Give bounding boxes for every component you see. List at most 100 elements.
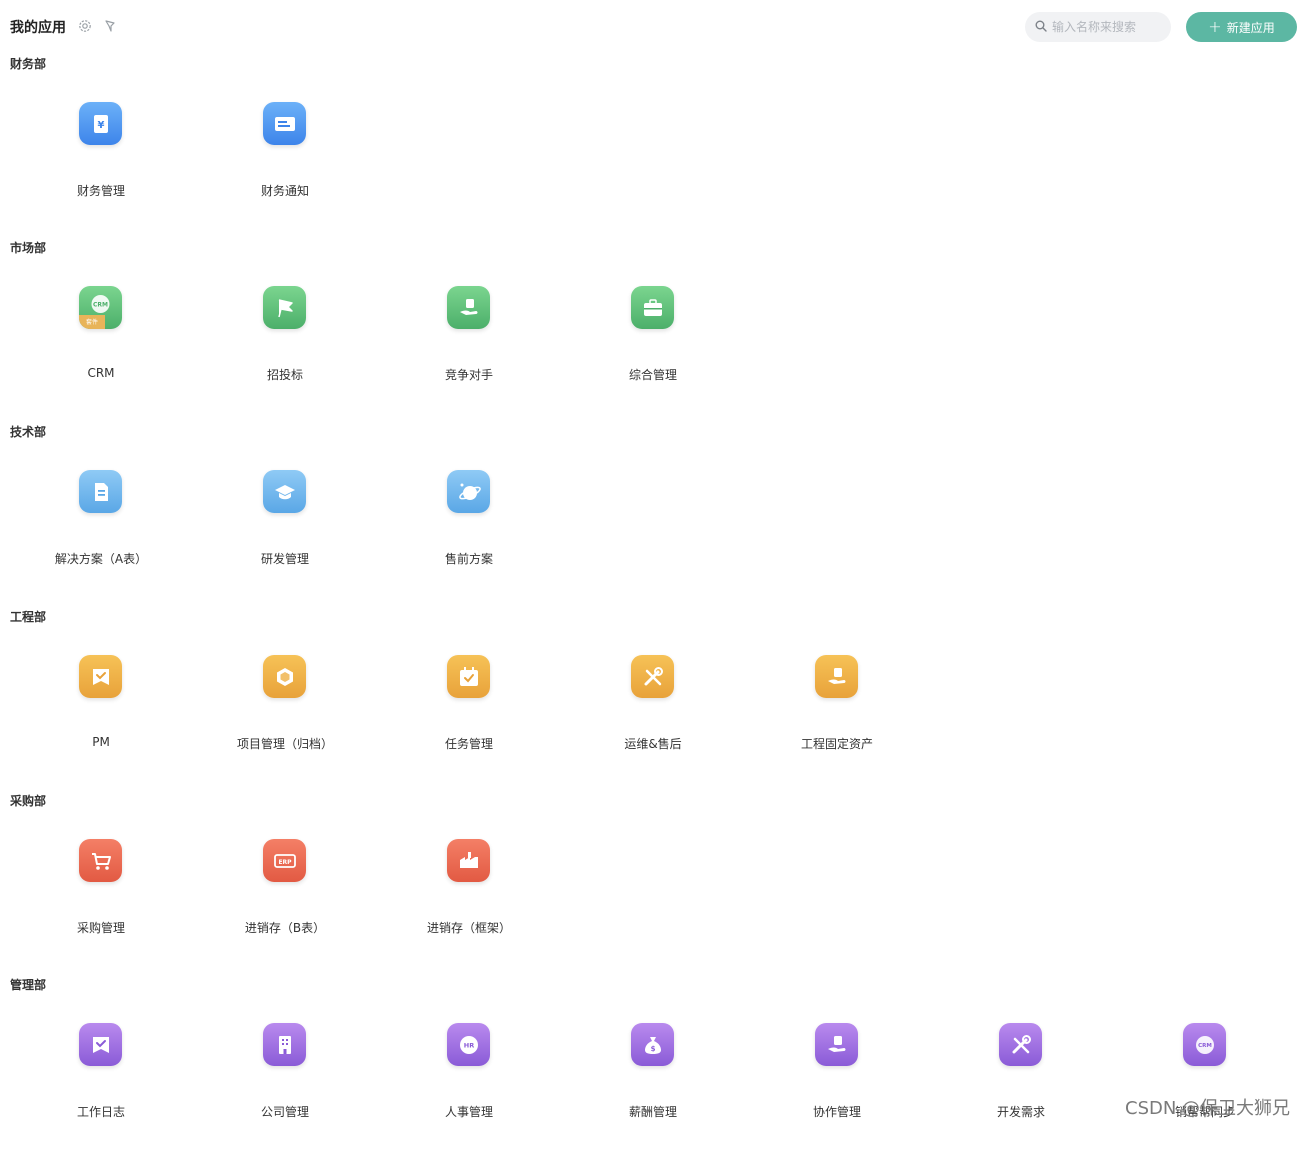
- notice-card-icon: [263, 102, 306, 145]
- section-purchasing: 采购部 采购管理 ERP 进销存（B表） 进销存（框架）: [0, 792, 1312, 976]
- app-company-management[interactable]: 公司管理: [184, 1016, 368, 1119]
- section-title: 采购部: [10, 794, 47, 808]
- app-label: 薪酬管理: [628, 1105, 677, 1119]
- erp-icon: ERP: [263, 839, 306, 882]
- search-box[interactable]: [1025, 12, 1171, 42]
- top-bar: 我的应用 + 新建应用: [0, 0, 1312, 52]
- app-collaboration[interactable]: 协作管理: [736, 1016, 920, 1119]
- section-title: 工程部: [10, 610, 47, 624]
- hexagon-icon: [263, 655, 306, 698]
- app-label: 研发管理: [260, 552, 309, 566]
- app-label: 工程固定资产: [800, 737, 873, 751]
- tools-icon: [999, 1023, 1042, 1066]
- search-icon: [1035, 20, 1047, 32]
- app-finance-notice[interactable]: 财务通知: [184, 95, 368, 198]
- section-tech: 技术部 解决方案（A表） 研发管理 售前方案: [0, 423, 1312, 607]
- graduation-cap-icon: [263, 470, 306, 513]
- app-label: PM: [92, 735, 110, 749]
- svg-text:¥: ¥: [97, 120, 104, 131]
- app-label: 项目管理（归档）: [236, 737, 333, 751]
- app-label: CRM: [87, 366, 115, 380]
- hand-bag-icon: [815, 655, 858, 698]
- app-label: 解决方案（A表）: [54, 552, 148, 566]
- app-inventory-framework[interactable]: 进销存（框架）: [368, 832, 552, 935]
- page-title: 我的应用: [10, 20, 66, 36]
- app-label: 公司管理: [260, 1105, 309, 1119]
- new-app-button[interactable]: + 新建应用: [1186, 12, 1297, 42]
- pin-icon[interactable]: [102, 18, 118, 34]
- app-payroll[interactable]: $ 薪酬管理: [552, 1016, 736, 1119]
- document-icon: [79, 470, 122, 513]
- factory-icon: [447, 839, 490, 882]
- app-general-management[interactable]: 综合管理: [552, 279, 736, 382]
- new-app-button-label: 新建应用: [1226, 20, 1275, 35]
- building-icon: [263, 1023, 306, 1066]
- section-title: 技术部: [10, 425, 47, 439]
- briefcase-icon: [631, 286, 674, 329]
- app-dev-requests[interactable]: 开发需求: [920, 1016, 1104, 1119]
- app-pm[interactable]: PM: [0, 648, 184, 749]
- hand-bag-icon: [447, 286, 490, 329]
- settings-icon[interactable]: [77, 18, 93, 34]
- section-title: 财务部: [10, 57, 47, 71]
- app-label: 竞争对手: [444, 368, 493, 382]
- app-presales[interactable]: 售前方案: [368, 463, 552, 566]
- app-label: 售前方案: [444, 552, 493, 566]
- calendar-check-icon: [447, 655, 490, 698]
- app-bidding[interactable]: 招投标: [184, 279, 368, 382]
- planet-icon: [447, 470, 490, 513]
- app-rd-management[interactable]: 研发管理: [184, 463, 368, 566]
- section-finance: 财务部 ¥ 财务管理 财务通知: [0, 55, 1312, 239]
- app-label: 人事管理: [444, 1105, 493, 1119]
- app-crm[interactable]: CRM 套件 CRM: [0, 279, 184, 380]
- svg-text:ERP: ERP: [278, 859, 292, 866]
- app-label: 开发需求: [996, 1105, 1045, 1119]
- app-label: 财务管理: [76, 184, 125, 198]
- section-administration: 管理部 工作日志 公司管理 HR 人事管理 $ 薪酬管理 协作管理 开发需求 C…: [0, 976, 1312, 1160]
- app-solutions[interactable]: 解决方案（A表）: [0, 463, 184, 566]
- svg-text:CRM: CRM: [93, 302, 108, 309]
- app-inventory-b[interactable]: ERP 进销存（B表）: [184, 832, 368, 935]
- search-input[interactable]: [1052, 12, 1162, 42]
- app-label: 采购管理: [76, 921, 125, 935]
- flag-icon: [263, 286, 306, 329]
- app-label: 综合管理: [628, 368, 677, 382]
- section-market: 市场部 CRM 套件 CRM 招投标 竞争对手 综合管理: [0, 239, 1312, 423]
- section-title: 管理部: [10, 978, 47, 992]
- hand-bag-icon: [815, 1023, 858, 1066]
- app-fixed-assets[interactable]: 工程固定资产: [736, 648, 920, 751]
- app-finance-management[interactable]: ¥ 财务管理: [0, 95, 184, 198]
- plus-icon: +: [1208, 17, 1222, 36]
- app-label: 招投标: [266, 368, 303, 382]
- crm-kit-icon: CRM 套件: [79, 286, 122, 329]
- app-label: 任务管理: [444, 737, 493, 751]
- app-competitors[interactable]: 竞争对手: [368, 279, 552, 382]
- app-label: 协作管理: [812, 1105, 861, 1119]
- checked-ribbon-icon: [79, 1023, 122, 1066]
- app-label: 进销存（框架）: [426, 921, 511, 935]
- svg-text:套件: 套件: [86, 318, 98, 326]
- yen-document-icon: ¥: [79, 102, 122, 145]
- app-hr-management[interactable]: HR 人事管理: [368, 1016, 552, 1119]
- cart-icon: [79, 839, 122, 882]
- checked-ribbon-icon: [79, 655, 122, 698]
- crm-badge-icon: CRM: [1183, 1023, 1226, 1066]
- svg-text:CRM: CRM: [1198, 1043, 1212, 1049]
- section-title: 市场部: [10, 241, 47, 255]
- section-engineering: 工程部 PM 项目管理（归档） 任务管理 运维&售后 工程固定资产: [0, 608, 1312, 792]
- app-label: 进销存（B表）: [244, 921, 326, 935]
- app-work-log[interactable]: 工作日志: [0, 1016, 184, 1119]
- app-label: 财务通知: [260, 184, 309, 198]
- svg-text:$: $: [650, 1045, 655, 1053]
- app-task-management[interactable]: 任务管理: [368, 648, 552, 751]
- money-bag-icon: $: [631, 1023, 674, 1066]
- app-label: 工作日志: [76, 1105, 125, 1119]
- tools-icon: [631, 655, 674, 698]
- app-label: 运维&售后: [624, 737, 682, 751]
- hr-badge-icon: HR: [447, 1023, 490, 1066]
- svg-text:HR: HR: [463, 1041, 473, 1049]
- watermark: CSDN @保卫大狮兄: [1125, 1098, 1291, 1119]
- app-project-archive[interactable]: 项目管理（归档）: [184, 648, 368, 751]
- app-purchase-management[interactable]: 采购管理: [0, 832, 184, 935]
- app-ops-aftersales[interactable]: 运维&售后: [552, 648, 736, 751]
